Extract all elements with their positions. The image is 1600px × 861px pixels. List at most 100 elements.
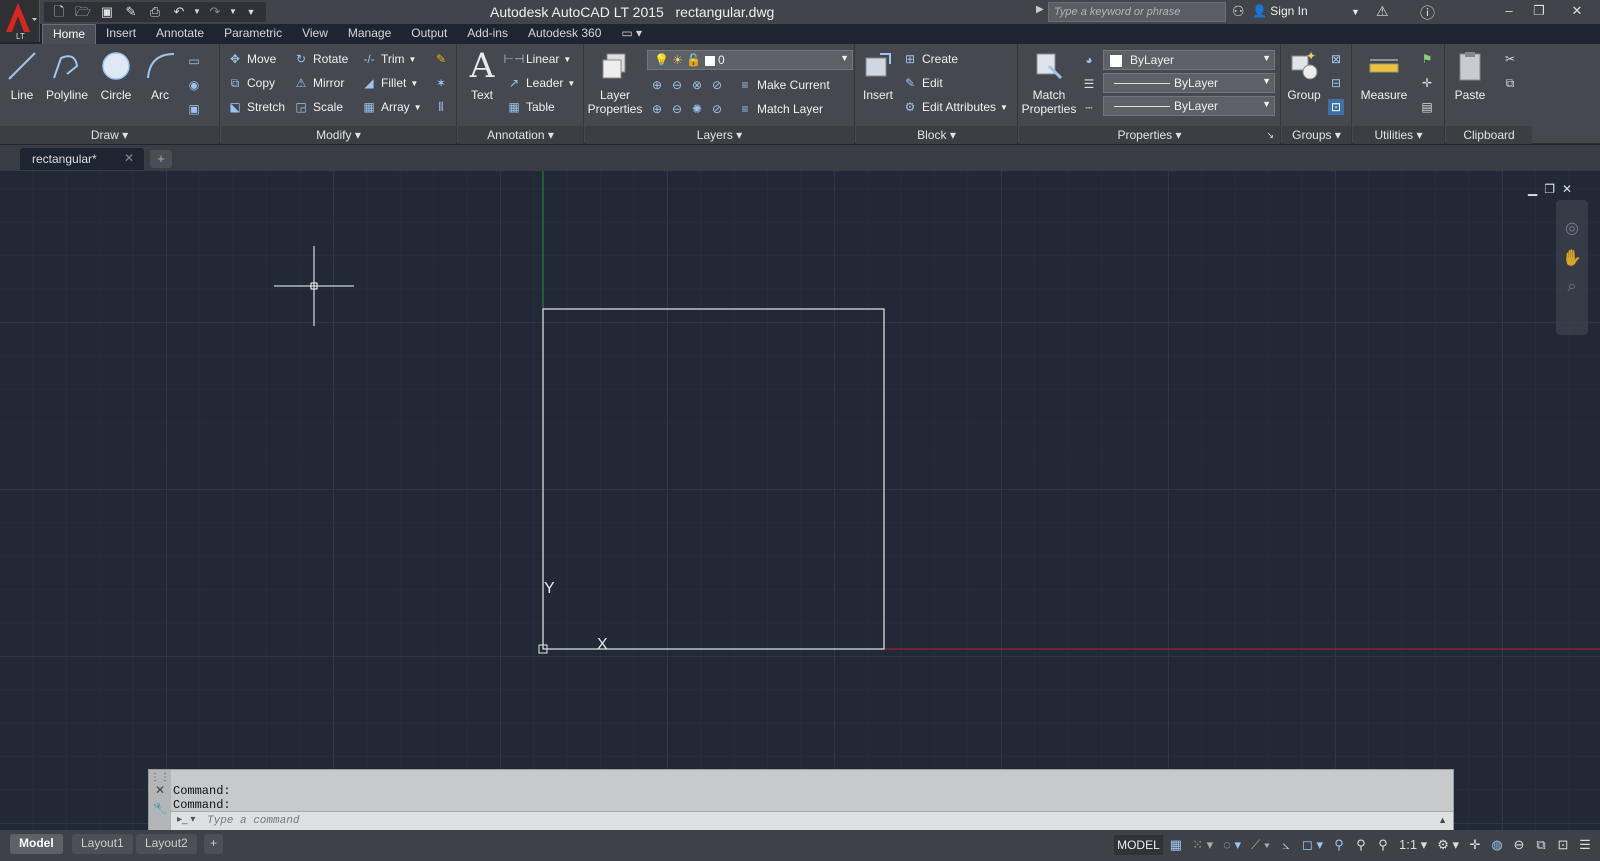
annotation-scale-icon[interactable]: ⚲ xyxy=(1374,835,1392,855)
rectangle-tool-icon[interactable]: ▭ xyxy=(186,50,202,72)
fillet-button[interactable]: ◢ Fillet ▼ xyxy=(361,72,418,94)
tab-add-ins[interactable]: Add-ins xyxy=(457,24,518,44)
minimize-window-icon[interactable]: – xyxy=(1494,0,1524,24)
group-edit-icon[interactable]: ⊟ xyxy=(1328,72,1344,94)
zoom-extents-icon[interactable]: ⌕ xyxy=(1556,278,1588,296)
exchange-apps-icon[interactable]: ⚠ xyxy=(1376,3,1389,20)
hardware-acceleration-icon[interactable]: ⊖ xyxy=(1510,835,1528,855)
navigation-bar[interactable]: ◎ ✋ ⌕ xyxy=(1556,200,1588,335)
isolate-objects-icon[interactable]: ◍ xyxy=(1488,835,1506,855)
ortho-icon[interactable]: ◌ ▾ xyxy=(1220,835,1244,855)
offset-icon[interactable]: ⫴ xyxy=(433,96,449,118)
tab-layout1[interactable]: Layout1 xyxy=(72,834,133,854)
restore-window-icon[interactable]: ❐ xyxy=(1524,0,1554,24)
save-icon[interactable]: ▣ xyxy=(96,2,118,22)
polyline-button[interactable]: Polyline xyxy=(42,48,92,102)
command-prompt-icon[interactable]: ▸_ ▾ xyxy=(177,814,195,825)
close-command-line-icon[interactable]: ✕ xyxy=(149,783,171,797)
paste-button[interactable]: Paste xyxy=(1450,48,1490,102)
add-layout-button[interactable]: + xyxy=(204,834,224,854)
close-tab-icon[interactable]: ✕ xyxy=(124,151,134,165)
command-line-grip[interactable]: ⋮⋮ ✕ 🔧 xyxy=(149,770,171,831)
match-layer-button[interactable]: ≡ Match Layer xyxy=(737,98,823,120)
polar-tracking-icon[interactable]: ⟋ ▾ xyxy=(1248,835,1273,855)
tab-layout2[interactable]: Layout2 xyxy=(136,834,197,854)
auto-scale-icon[interactable]: ⚲ xyxy=(1352,835,1370,855)
layer-properties-button[interactable]: Layer Properties xyxy=(587,48,643,116)
object-snap-icon[interactable]: ◻ ▾ xyxy=(1299,835,1326,855)
linetype-dropdown[interactable]: ByLayer ▼ xyxy=(1103,96,1275,116)
ribbon-minimize-icon[interactable]: ▭ ▾ xyxy=(611,24,652,44)
group-selection-icon[interactable]: ⊡ xyxy=(1328,96,1344,118)
close-window-icon[interactable]: ✕ xyxy=(1554,0,1600,24)
erase-icon[interactable]: ✎ xyxy=(433,48,449,70)
stretch-button[interactable]: ⬕ Stretch xyxy=(227,96,285,118)
annotation-scale-value[interactable]: 1:1 ▾ xyxy=(1396,835,1430,855)
boundary-tool-icon[interactable]: ▣ xyxy=(186,98,202,120)
clean-screen-toggle-icon[interactable]: ⧉ xyxy=(1532,835,1550,855)
annotation-visibility-icon[interactable]: ⚲ xyxy=(1330,835,1348,855)
annotation-panel-title[interactable]: Annotation ▾ xyxy=(458,126,583,144)
mirror-button[interactable]: ⚠ Mirror xyxy=(293,72,345,94)
measure-button[interactable]: Measure xyxy=(1355,48,1413,102)
create-block-button[interactable]: ⊞ Create xyxy=(902,48,958,70)
tab-view[interactable]: View xyxy=(292,24,338,44)
workspace-gear-icon[interactable]: ⚙ ▾ xyxy=(1434,835,1462,855)
line-button[interactable]: Line xyxy=(4,48,40,102)
help-icon[interactable]: ⓘ xyxy=(1420,2,1435,23)
customize-qat-icon[interactable]: ▼ xyxy=(240,2,262,22)
tab-annotate[interactable]: Annotate xyxy=(146,24,214,44)
move-button[interactable]: ✥ Move xyxy=(227,48,276,70)
annotation-monitor-icon[interactable]: ✛ xyxy=(1466,835,1484,855)
linear-dimension-button[interactable]: ⊢⊣ Linear ▼ xyxy=(504,48,572,70)
table-button[interactable]: ▦ Table xyxy=(506,96,554,118)
calculator-icon[interactable]: ▤ xyxy=(1419,96,1435,118)
draw-panel-title[interactable]: Draw ▾ xyxy=(0,126,219,144)
application-menu-button[interactable]: LT xyxy=(0,0,40,42)
explode-icon[interactable]: ✶ xyxy=(433,72,449,94)
tab-parametric[interactable]: Parametric xyxy=(214,24,292,44)
point-style-icon[interactable]: ✛ xyxy=(1419,72,1435,94)
tab-insert[interactable]: Insert xyxy=(96,24,146,44)
search-input[interactable]: Type a keyword or phrase xyxy=(1048,2,1226,22)
layer-tools-row-1[interactable]: ⊕ ⊖ ⊗ ⊘ xyxy=(649,74,725,96)
viewport-close-icon[interactable]: ✕ xyxy=(1562,182,1572,196)
search-expand-icon[interactable]: ▶ xyxy=(1036,4,1044,15)
tab-output[interactable]: Output xyxy=(401,24,457,44)
sign-in-button[interactable]: 👤 Sign In ▼ xyxy=(1252,4,1360,18)
print-icon[interactable]: ⎙ xyxy=(144,2,166,22)
lineweight-dropdown[interactable]: ByLayer ▼ xyxy=(1103,73,1275,93)
viewport-minimize-icon[interactable]: ▁ xyxy=(1528,182,1537,196)
redo-dropdown-icon[interactable]: ▼ xyxy=(228,2,238,22)
pan-hand-icon[interactable]: ✋ xyxy=(1556,248,1588,268)
group-button[interactable]: ✦ Group xyxy=(1284,48,1324,102)
redo-icon[interactable]: ↷ xyxy=(204,2,226,22)
insert-block-button[interactable]: Insert xyxy=(860,48,896,102)
cut-icon[interactable]: ✂ xyxy=(1502,48,1518,70)
copy-button[interactable]: ⧉ Copy xyxy=(227,72,275,94)
clean-screen-icon[interactable]: ⊡ xyxy=(1554,835,1572,855)
array-button[interactable]: ▦ Array ▼ xyxy=(361,96,421,118)
text-button[interactable]: A Text xyxy=(464,48,500,102)
new-tab-button[interactable]: + xyxy=(150,150,172,168)
rotate-button[interactable]: ↻ Rotate xyxy=(293,48,348,70)
edit-attributes-button[interactable]: ⚙ Edit Attributes ▼ xyxy=(902,96,1008,118)
grid-icon[interactable]: ▦ xyxy=(1167,835,1185,855)
command-input[interactable]: ▸_ ▾ Type a command ▲ xyxy=(171,811,1453,830)
trim-button[interactable]: -/- Trim ▼ xyxy=(361,48,416,70)
new-file-icon[interactable]: 🗋 xyxy=(48,2,70,22)
model-space-toggle[interactable]: MODEL xyxy=(1114,835,1163,855)
leader-button[interactable]: ↗ Leader ▼ xyxy=(506,72,575,94)
properties-panel-title[interactable]: Properties ▾ ↘ xyxy=(1019,126,1280,144)
tab-home[interactable]: Home xyxy=(42,24,97,44)
snap-icon[interactable]: ⁙ ▾ xyxy=(1189,835,1216,855)
layer-tools-row-2[interactable]: ⊕ ⊖ ✺ ⊘ xyxy=(649,98,725,120)
quick-select-icon[interactable]: ⚑ xyxy=(1419,48,1435,70)
circle-button[interactable]: Circle xyxy=(96,48,136,102)
color-dropdown[interactable]: ByLayer ▼ xyxy=(1103,50,1275,70)
modify-panel-title[interactable]: Modify ▾ xyxy=(221,126,456,144)
viewport-restore-icon[interactable]: ❐ xyxy=(1544,182,1555,196)
undo-dropdown-icon[interactable]: ▼ xyxy=(192,2,202,22)
block-panel-title[interactable]: Block ▾ xyxy=(856,126,1017,144)
document-tab[interactable]: rectangular* ✕ xyxy=(20,148,144,170)
